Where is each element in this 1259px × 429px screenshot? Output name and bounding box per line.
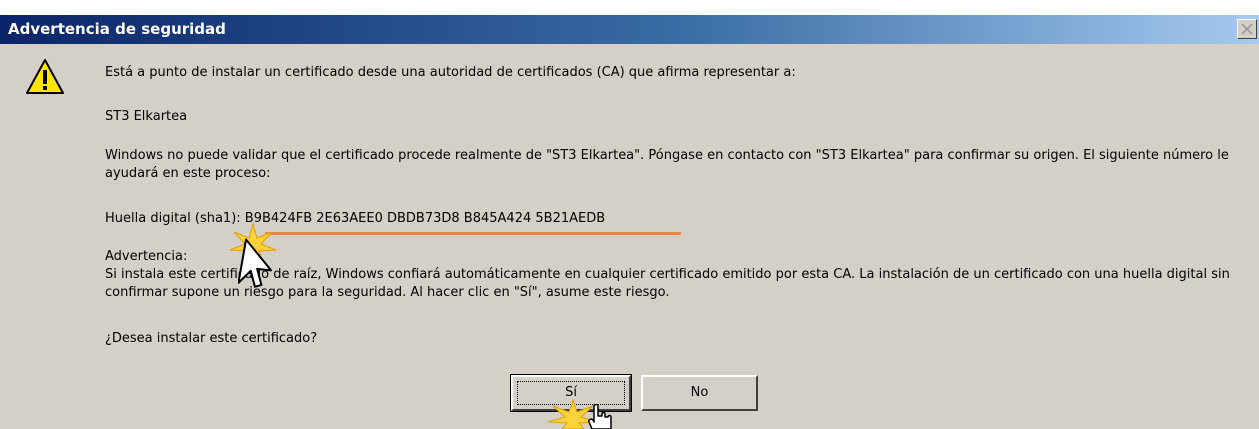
ca-name: ST3 Elkartea (105, 109, 188, 124)
dialog-titlebar[interactable]: Advertencia de seguridad (0, 15, 1259, 44)
warning-icon (26, 59, 64, 94)
background-window-text: ————— —————— —————— (24, 0, 237, 5)
intro-text: Está a punto de instalar un certificado … (105, 65, 796, 80)
hand-pointer-icon (588, 404, 612, 429)
no-button-label: No (690, 385, 709, 400)
thumbprint-label: Huella digital (sha1): (105, 211, 241, 226)
install-question: ¿Desea instalar este certificado? (105, 331, 318, 346)
close-button[interactable] (1237, 19, 1257, 39)
dialog-title: Advertencia de seguridad (8, 20, 226, 38)
background-window-strip: ————— —————— —————— (0, 0, 1259, 15)
thumbprint-highlight-underline (265, 232, 681, 235)
close-icon (1241, 23, 1253, 35)
mouse-cursor-icon (238, 238, 273, 288)
thumbprint-value: B9B424FB 2E63AEE0 DBDB73D8 B845A424 5B21… (244, 211, 606, 226)
no-button[interactable]: No (641, 375, 758, 411)
validation-text: Windows no puede validar que el certific… (105, 148, 1229, 181)
